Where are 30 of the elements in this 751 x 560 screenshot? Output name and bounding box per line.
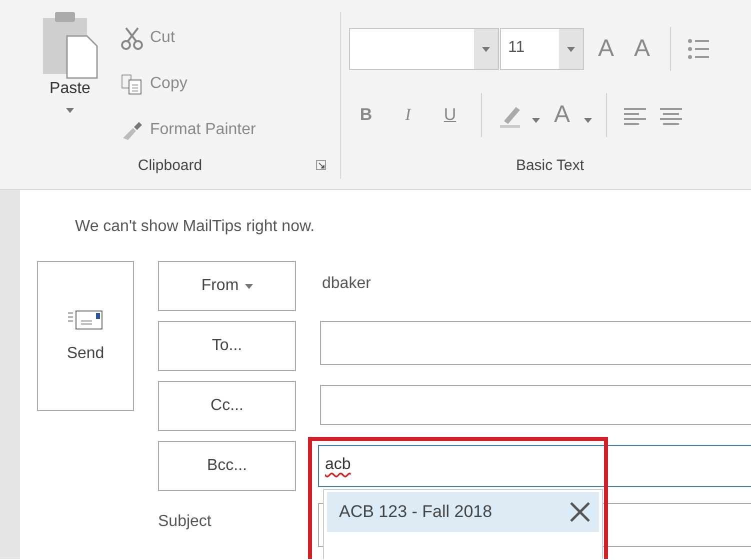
caret-icon — [244, 284, 253, 288]
clipboard-icon — [41, 12, 99, 80]
address-field[interactable]: acb — [318, 445, 751, 487]
caret-icon[interactable] — [66, 108, 74, 113]
caret-icon[interactable] — [482, 46, 490, 52]
suggestion-name: ACB 123 - Fall 2018 — [339, 502, 492, 522]
send-button[interactable]: Send — [37, 261, 134, 411]
subject-label: Subject — [158, 512, 212, 532]
caret-icon[interactable] — [532, 118, 540, 122]
address-button[interactable]: Cc... — [158, 381, 296, 431]
envelope-icon — [68, 309, 104, 331]
scissors-icon — [120, 26, 144, 50]
address-field[interactable] — [320, 385, 751, 425]
sender-name: dbaker — [321, 274, 372, 294]
address-field[interactable] — [320, 321, 751, 365]
paste-button[interactable]: Paste — [41, 12, 99, 98]
dialog-launcher-icon[interactable] — [316, 160, 326, 170]
address-button[interactable]: To... — [158, 321, 296, 371]
font-size-field[interactable]: 11 — [500, 28, 584, 70]
close-icon[interactable] — [569, 501, 591, 523]
caret-icon[interactable] — [567, 46, 575, 52]
from-button[interactable]: From — [158, 261, 296, 311]
suggestion-item[interactable]: ACB 123 - Fall 2018 — [327, 492, 599, 532]
font-name-field[interactable] — [349, 28, 499, 70]
group-label: Basic Text — [516, 156, 584, 174]
group-label: Clipboard — [138, 156, 202, 174]
mailtips-message: We can't show MailTips right now. — [75, 218, 316, 236]
caret-icon[interactable] — [584, 118, 592, 122]
copy-icon — [120, 72, 144, 96]
address-button[interactable]: Bcc... — [158, 441, 296, 491]
